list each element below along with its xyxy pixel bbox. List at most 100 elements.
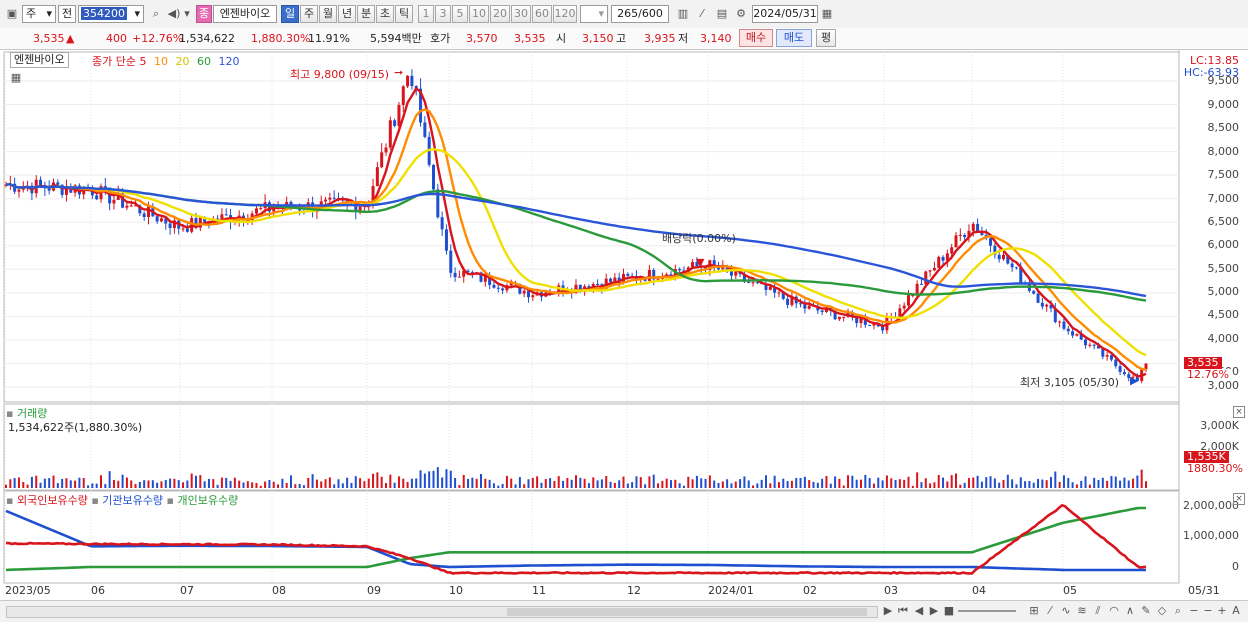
volume-bar: [1114, 476, 1117, 488]
step-5-button[interactable]: 5: [452, 5, 468, 23]
candle-body: [937, 256, 941, 268]
step-30-button[interactable]: 30: [511, 5, 531, 23]
gear-icon[interactable]: ⚙: [733, 6, 749, 22]
candle-body: [159, 218, 163, 222]
volume-bar: [847, 475, 850, 488]
stock-name-tab[interactable]: 엔젠바이오: [10, 52, 69, 68]
search-icon[interactable]: ⌕: [148, 6, 164, 22]
count-input[interactable]: 265/600: [611, 5, 669, 23]
font-size-icon[interactable]: A: [1228, 603, 1244, 619]
volume-bar: [721, 481, 724, 488]
step-60-button[interactable]: 60: [532, 5, 552, 23]
fibo-tool-icon[interactable]: ≋: [1074, 603, 1090, 619]
volume-bar: [462, 474, 465, 488]
magnify-icon[interactable]: ⌕: [1170, 603, 1186, 619]
period-year-button[interactable]: 년: [338, 5, 356, 23]
volume-bar: [337, 479, 340, 488]
period-minute-button[interactable]: 분: [357, 5, 375, 23]
play-icon[interactable]: ▶: [880, 603, 896, 619]
x-tick: 02: [803, 584, 817, 597]
wave-tool-icon[interactable]: ∧: [1122, 603, 1138, 619]
candle-body: [56, 182, 60, 185]
volume-bar: [376, 472, 379, 488]
save-icon[interactable]: ▤: [714, 6, 730, 22]
candle-body: [147, 205, 150, 217]
period-tick-button[interactable]: 틱: [395, 5, 413, 23]
volume-bar: [169, 478, 172, 488]
code-input[interactable]: 354200 ▾: [78, 5, 144, 23]
next-icon[interactable]: ▶: [926, 603, 942, 619]
chevron-down-icon[interactable]: ▾: [182, 6, 192, 22]
date-input[interactable]: 2024/05/31: [752, 5, 818, 23]
volume-bar: [674, 479, 677, 488]
candle-body: [868, 324, 872, 326]
close-panel-icon[interactable]: ×: [1233, 493, 1245, 505]
scrollbar-thumb[interactable]: [507, 608, 867, 616]
step-120-button[interactable]: 120: [553, 5, 577, 23]
zoom-slider[interactable]: [958, 610, 1016, 612]
period-day-button[interactable]: 일: [281, 5, 299, 23]
volume-bar: [967, 478, 970, 488]
low-annotation: 최저 3,105 (05/30): [1020, 376, 1120, 389]
horizontal-scrollbar[interactable]: [6, 606, 878, 618]
volume-bar: [402, 478, 405, 488]
speaker-icon[interactable]: ◀): [166, 6, 182, 22]
window-menu-icon[interactable]: ▣: [4, 6, 20, 22]
volume-bar: [216, 484, 219, 488]
step-1-button[interactable]: 1: [418, 5, 434, 23]
shape-tool-icon[interactable]: ◇: [1154, 603, 1170, 619]
volume-bar: [100, 475, 102, 488]
volume-bar: [454, 477, 457, 488]
volume-bar: [514, 484, 517, 488]
volume-bar: [268, 480, 271, 488]
step-3-button[interactable]: 3: [435, 5, 451, 23]
chart-area[interactable]: [0, 50, 1248, 601]
step-dropdown[interactable]: ▾: [580, 5, 608, 23]
close-panel-icon[interactable]: ×: [1233, 406, 1245, 418]
rewind-icon[interactable]: ⏮: [895, 603, 911, 619]
prev-icon[interactable]: ◀: [911, 603, 927, 619]
calendar-icon[interactable]: ▦: [819, 6, 835, 22]
candle-body: [1066, 328, 1070, 332]
trend-tool-icon[interactable]: ∿: [1058, 603, 1074, 619]
candle-body: [1045, 304, 1049, 307]
market-select[interactable]: 주 ▾: [22, 5, 56, 23]
buy-button[interactable]: 매수: [739, 29, 773, 47]
volume-bar: [972, 477, 975, 488]
price-tick: 5,500: [1207, 262, 1240, 275]
ma-legend[interactable]: 종가 단순 5 10 20 60 120: [92, 53, 239, 69]
line-tool-icon[interactable]: ⁄: [1042, 603, 1058, 619]
volume-bar: [1106, 480, 1109, 488]
candle-body: [656, 278, 660, 280]
candle-body: [440, 217, 444, 230]
stop-icon[interactable]: ■: [941, 603, 957, 619]
volume-bar: [134, 483, 137, 488]
arc-tool-icon[interactable]: ◠: [1106, 603, 1122, 619]
volume-bar: [1084, 476, 1087, 488]
drawing-tool-icon[interactable]: ⁄: [694, 6, 710, 22]
volume-bar: [989, 476, 992, 488]
panel-marker-icon: ▪: [6, 494, 14, 507]
step-20-button[interactable]: 20: [490, 5, 510, 23]
current-price: 3,535: [33, 32, 65, 45]
volume-bar: [842, 485, 845, 488]
crosshair-icon[interactable]: ⊞: [1026, 603, 1042, 619]
text-tool-icon[interactable]: ✎: [1138, 603, 1154, 619]
volume-bar: [130, 480, 133, 488]
period-week-button[interactable]: 주: [300, 5, 318, 23]
avg-button[interactable]: 평: [816, 29, 836, 47]
bar-chart-icon[interactable]: ▥: [675, 6, 691, 22]
period-month-button[interactable]: 월: [319, 5, 337, 23]
price-tick: 8,000: [1207, 145, 1240, 158]
price-tick: 4,500: [1207, 308, 1240, 321]
change-pct: +12.76%: [132, 32, 184, 45]
volume-bar: [91, 483, 94, 488]
market-prefix[interactable]: 전: [58, 5, 76, 23]
table-view-icon[interactable]: ▦: [8, 70, 24, 86]
channel-tool-icon[interactable]: ⫽: [1090, 603, 1106, 619]
period-second-button[interactable]: 초: [376, 5, 394, 23]
step-10-button[interactable]: 10: [469, 5, 489, 23]
volume-bar: [993, 478, 996, 488]
sell-button[interactable]: 매도: [776, 29, 812, 47]
holdings-lines: [5, 503, 1147, 575]
